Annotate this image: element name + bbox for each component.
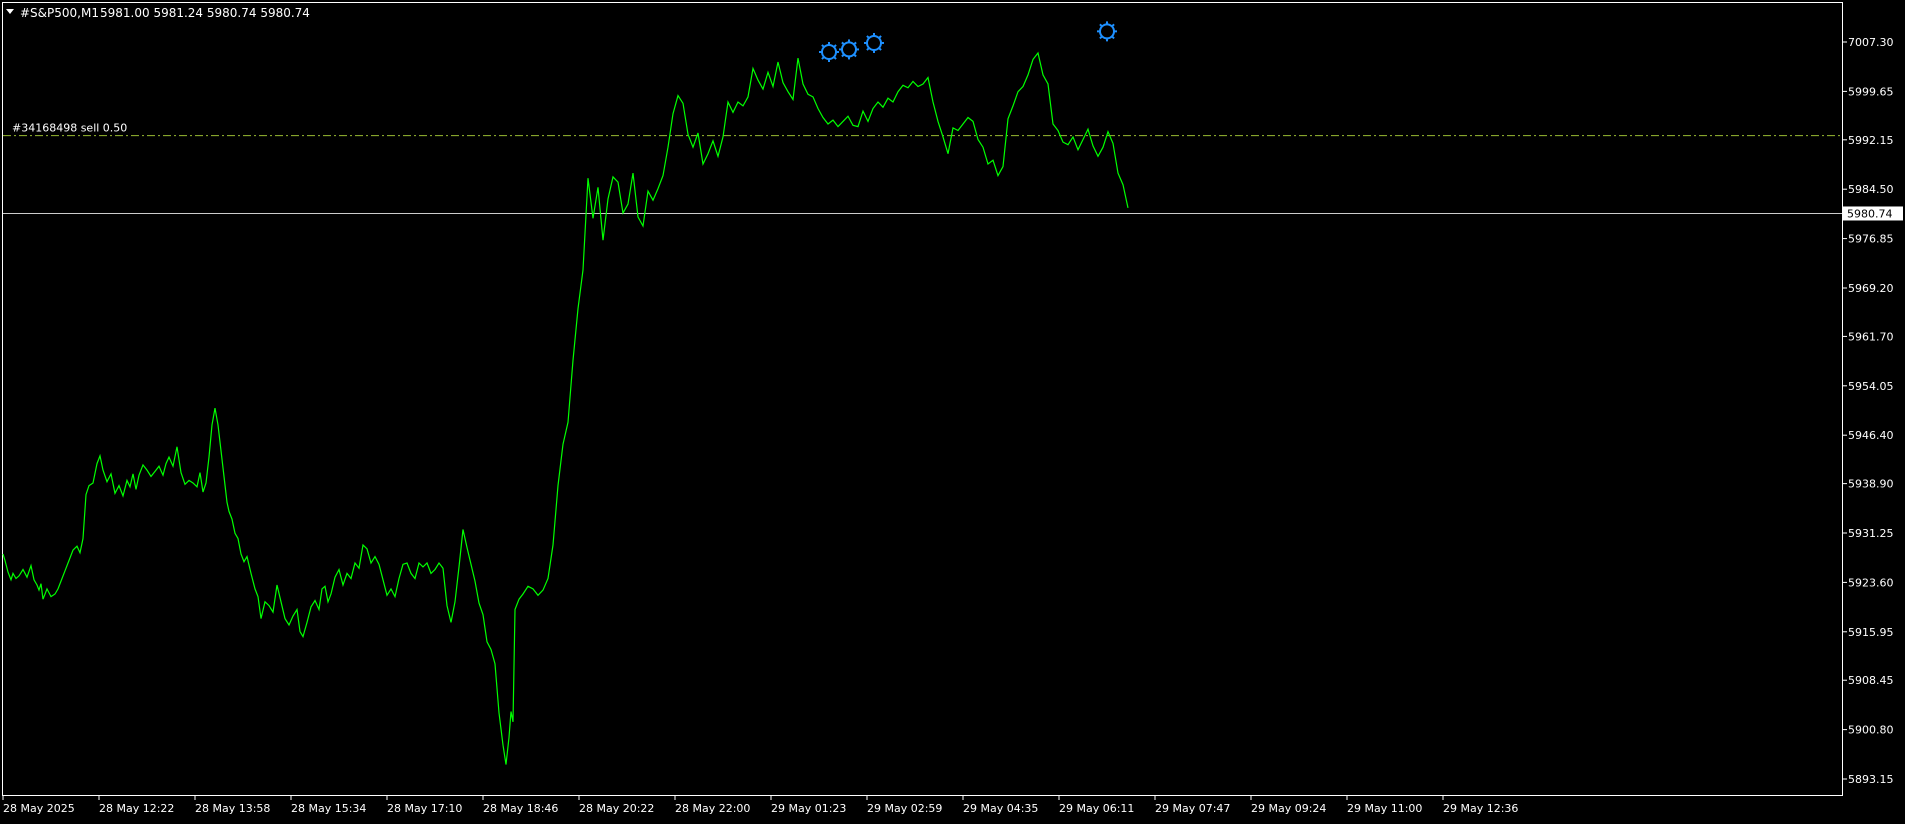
y-tick-label: 5946.40 — [1848, 429, 1894, 442]
marker-2[interactable] — [839, 39, 859, 60]
x-tick-label: 29 May 04:35 — [963, 802, 1038, 815]
y-tick-label: 5999.65 — [1848, 85, 1894, 98]
x-tick-label: 28 May 17:10 — [387, 802, 462, 815]
x-axis: 28 May 2025 28 May 12:22 28 May 13:58 28 Ma… — [2, 795, 1518, 815]
x-tick-label: 29 May 07:47 — [1155, 802, 1230, 815]
plot-frame — [2, 2, 1843, 796]
x-tick-label: 29 May 11:00 — [1347, 802, 1422, 815]
series-line — [2, 51, 1129, 765]
x-tick-label: 29 May 06:11 — [1059, 802, 1134, 815]
x-tick-label: 29 May 12:36 — [1443, 802, 1518, 815]
x-tick-label: 28 May 22:00 — [675, 802, 750, 815]
y-tick-label: 5893.15 — [1848, 773, 1894, 786]
marker-3[interactable] — [864, 32, 884, 53]
y-tick-label: 5969.20 — [1848, 282, 1894, 295]
y-tick-label: 5976.85 — [1848, 233, 1894, 246]
order-label: #34168498 sell 0.50 — [12, 122, 127, 135]
y-tick-label: 5908.45 — [1848, 674, 1894, 687]
y-axis: 7007.30 5999.65 5992.15 5984.50 5976.85 5969.… — [1842, 36, 1894, 786]
price-chart[interactable]: #S&P500,M1 5981.00 5981.24 5980.74 5980.… — [0, 0, 1905, 820]
y-tick-label: 7007.30 — [1848, 36, 1894, 49]
x-tick-label: 29 May 09:24 — [1251, 802, 1326, 815]
x-tick-label: 28 May 15:34 — [291, 802, 366, 815]
x-tick-label: 28 May 20:22 — [579, 802, 654, 815]
trade-markers — [819, 21, 1117, 63]
x-tick-label: 29 May 01:23 — [771, 802, 846, 815]
x-tick-label: 28 May 12:22 — [99, 802, 174, 815]
symbol-label: #S&P500,M1 — [20, 6, 99, 20]
y-tick-label: 5938.90 — [1848, 478, 1894, 491]
y-tick-label: 5900.80 — [1848, 724, 1894, 737]
chart-root: #S&P500,M1 5981.00 5981.24 5980.74 5980.… — [0, 0, 1905, 820]
current-price-label: 5980.74 — [1847, 207, 1893, 220]
x-tick-label: 28 May 2025 — [3, 802, 75, 815]
y-tick-label: 5961.70 — [1848, 330, 1894, 343]
y-tick-label: 5915.95 — [1848, 626, 1894, 639]
marker-1[interactable] — [819, 42, 839, 63]
y-tick-label: 5923.60 — [1848, 576, 1894, 589]
marker-4[interactable] — [1097, 21, 1117, 42]
y-tick-label: 5984.50 — [1848, 183, 1894, 196]
ohlc-label: 5981.00 5981.24 5980.74 5980.74 — [100, 6, 310, 20]
x-tick-label: 28 May 13:58 — [195, 802, 270, 815]
y-tick-label: 5954.05 — [1848, 380, 1894, 393]
triangle-down-icon[interactable] — [6, 9, 14, 14]
x-tick-label: 28 May 18:46 — [483, 802, 558, 815]
y-tick-label: 5931.25 — [1848, 527, 1894, 540]
x-tick-label: 29 May 02:59 — [867, 802, 942, 815]
y-tick-label: 5992.15 — [1848, 134, 1894, 147]
